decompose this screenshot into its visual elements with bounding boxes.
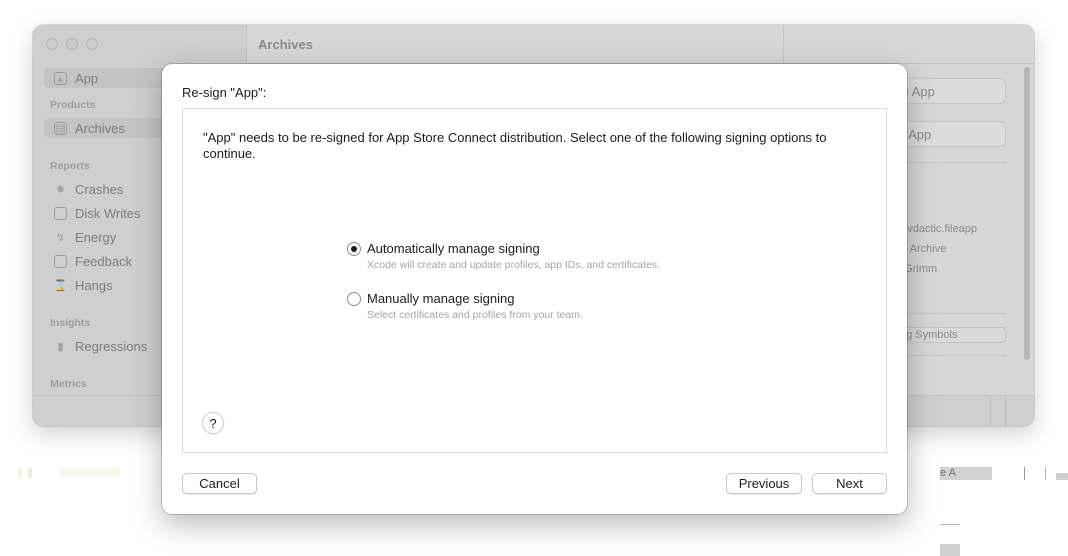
sidebar-header-products: Products (50, 99, 96, 111)
detail-identifier: devdactic.fileapp (895, 223, 977, 235)
archive-icon: ▤ (54, 121, 67, 135)
close-window-icon[interactable] (46, 38, 58, 50)
manual-signing-sublabel: Select certificates and profiles from yo… (367, 309, 583, 321)
feedback-icon (54, 254, 67, 268)
help-button[interactable]: ? (202, 412, 224, 434)
artifact-fragment (1045, 467, 1046, 480)
sidebar-header-metrics: Metrics (50, 378, 87, 390)
artifact-fragment (18, 468, 21, 478)
content-box: "App" needs to be re-signed for App Stor… (182, 108, 887, 453)
crash-icon: ✸ (55, 183, 66, 196)
previous-button[interactable]: Previous (726, 473, 802, 494)
radio-manual-signing[interactable] (347, 292, 361, 306)
automatic-signing-label[interactable]: Automatically manage signing (367, 241, 540, 256)
cancel-button[interactable]: Cancel (182, 473, 257, 494)
radio-automatic-signing[interactable] (347, 242, 361, 256)
bolt-icon: ↯ (55, 231, 66, 244)
fragment-label: e A (940, 467, 992, 480)
artifact-fragment (940, 524, 960, 525)
artifact-fragment (1056, 473, 1068, 480)
next-button[interactable]: Next (812, 473, 887, 494)
minimize-window-icon[interactable] (66, 38, 78, 50)
scrollbar[interactable] (1024, 67, 1030, 360)
artifact-fragment (1024, 467, 1025, 480)
window-title: Archives (258, 37, 313, 52)
radio-selected-dot (351, 246, 357, 252)
zoom-window-icon[interactable] (86, 38, 98, 50)
automatic-signing-sublabel: Xcode will create and update profiles, a… (367, 259, 660, 271)
bottom-bar-divider (990, 397, 991, 426)
bottom-bar-divider (1005, 397, 1006, 426)
resign-sheet: Re-sign "App": "App" needs to be re-sign… (162, 64, 907, 514)
app-icon: ▴ (54, 71, 67, 85)
artifact-fragment (940, 544, 960, 556)
description-text: "App" needs to be re-signed for App Stor… (203, 130, 827, 161)
disk-icon (54, 206, 67, 220)
artifact-fragment (28, 468, 32, 478)
bar-chart-icon: ▮ (57, 340, 64, 353)
hourglass-icon: ⌛ (53, 279, 68, 292)
sidebar-header-insights: Insights (50, 317, 91, 329)
sidebar-header-reports: Reports (50, 160, 90, 172)
artifact-fragment (60, 468, 120, 477)
sheet-title: Re-sign "App": (182, 85, 267, 100)
manual-signing-label[interactable]: Manually manage signing (367, 291, 514, 306)
